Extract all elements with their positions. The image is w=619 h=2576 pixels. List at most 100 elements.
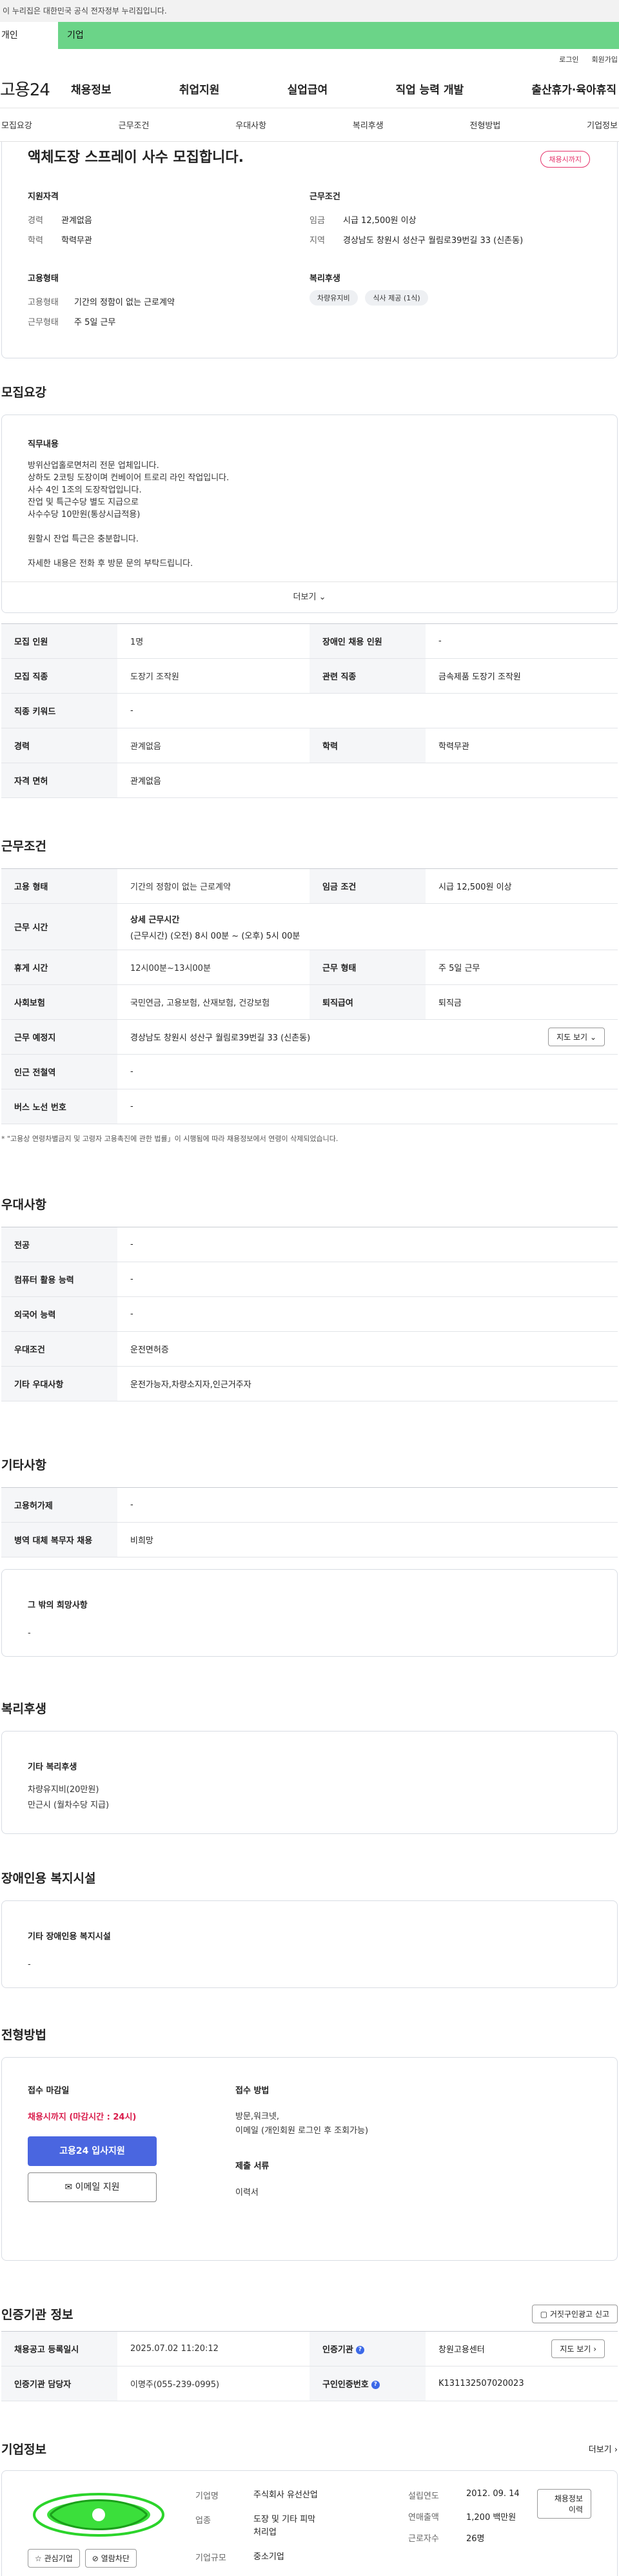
recruit-section-title: 모집요강 bbox=[1, 385, 46, 400]
table-key: 우대조건 bbox=[1, 1331, 117, 1367]
work-key: 임금 bbox=[310, 216, 325, 226]
table-key: 외국어 능력 bbox=[1, 1296, 117, 1332]
map-button-label: 지도 보기 bbox=[556, 1033, 588, 1042]
conditions-section-title: 근무조건 bbox=[1, 839, 46, 854]
company-value: 26명 bbox=[466, 2534, 485, 2544]
agency-section-head: 인증기관 정보 ▢ 거짓구인광고 신고 bbox=[0, 2305, 619, 2323]
table-value: - bbox=[117, 1054, 618, 1089]
main-menu: 채용정보 취업지원 실업급여 직업 능력 개발 출산휴가·육아휴직 bbox=[71, 81, 619, 97]
tab-corporate[interactable]: 기업 bbox=[58, 22, 619, 49]
company-value: 1,200 백만원 bbox=[466, 2513, 516, 2522]
favorite-company-button[interactable]: ☆ 관심기업 bbox=[28, 2549, 80, 2568]
docs-value: 이력서 bbox=[235, 2188, 259, 2198]
signup-link[interactable]: 회원가입 bbox=[592, 54, 618, 64]
job-line: 자세한 내용은 전화 후 방문 문의 부탁드립니다. bbox=[28, 559, 193, 569]
chevron-down-icon: ⌄ bbox=[589, 1033, 596, 1042]
anchor-welfare[interactable]: 복리후생 bbox=[353, 119, 384, 131]
welfare-summary-block: 복리후생 차량유지비 식사 제공 (1식) bbox=[310, 271, 591, 335]
agency-table: 채용공고 등록일시 2025.07.02 11:20:12 인증기관? 창원고용… bbox=[1, 2331, 618, 2401]
table-row: 인증기관 담당자 이명주(055-239-0995) 구인인증번호? K1311… bbox=[1, 2366, 618, 2401]
table-value: 상세 근무시간 (근무시간) (오전) 8시 00분 ~ (오후) 5시 00분 bbox=[117, 903, 618, 950]
table-value: - bbox=[117, 1227, 618, 1262]
block-label: 열람차단 bbox=[101, 2554, 130, 2563]
work-key: 지역 bbox=[310, 236, 325, 246]
tab-personal[interactable]: 개인 bbox=[0, 22, 58, 49]
job-line: 상하도 2코팅 도장이며 컨베이어 트로리 라인 작업입니다. bbox=[28, 473, 230, 483]
menu-parental-leave[interactable]: 출산휴가·육아휴직 bbox=[531, 81, 616, 97]
table-key: 근무 형태 bbox=[310, 950, 426, 985]
recruit-history-button[interactable]: 채용정보 이력 bbox=[537, 2489, 591, 2519]
user-type-tabs: 개인 기업 bbox=[0, 22, 619, 49]
table-key: 버스 노선 번호 bbox=[1, 1089, 117, 1124]
map-button[interactable]: 지도 보기 ⌄ bbox=[548, 1028, 605, 1046]
qual-value: 관계없음 bbox=[61, 216, 92, 226]
job-title: 액체도장 스프레이 사수 모집합니다. bbox=[28, 150, 244, 166]
global-nav: 고용24 채용정보 취업지원 실업급여 직업 능력 개발 출산휴가·육아휴직 bbox=[0, 70, 619, 108]
table-row: 직종 키워드 - bbox=[1, 693, 618, 728]
company-value: 주식회사 유선산업 bbox=[253, 2490, 318, 2500]
table-row: 모집 직종 도장기 조작원 관련 직종 금속제품 도장기 조작원 bbox=[1, 658, 618, 694]
anchor-recruit[interactable]: 모집요강 bbox=[1, 119, 32, 131]
report-fake-ad-button[interactable]: ▢ 거짓구인광고 신고 bbox=[531, 2305, 618, 2323]
welfare-summary-header: 복리후생 bbox=[310, 274, 340, 284]
block-icon: ⊘ bbox=[92, 2554, 99, 2563]
site-logo[interactable]: 고용24 bbox=[0, 77, 71, 101]
other-wishes-value: - bbox=[28, 1628, 31, 1638]
table-value: 시급 12,500원 이상 bbox=[426, 868, 618, 904]
table-row: 외국어 능력 - bbox=[1, 1296, 618, 1332]
table-key: 채용공고 등록일시 bbox=[1, 2331, 117, 2366]
welfare-line: 차량유지비(20만원) bbox=[28, 1785, 99, 1795]
table-row: 사회보험 국민연금, 고용보험, 산재보험, 건강보험 퇴직급여 퇴직금 bbox=[1, 984, 618, 1020]
menu-unemployment-benefit[interactable]: 실업급여 bbox=[288, 81, 328, 97]
email-apply-button[interactable]: ✉ 이메일 지원 bbox=[28, 2172, 157, 2202]
deadline-value: 채용시까지 (마감시간 : 24시) bbox=[28, 2113, 137, 2122]
qualification-block: 지원자격 경력 관계없음 학력 학력무관 bbox=[28, 190, 310, 253]
block-view-button[interactable]: ⊘ 열람차단 bbox=[84, 2549, 137, 2568]
table-key: 근무 예정지 bbox=[1, 1019, 117, 1055]
table-key: 인증기관? bbox=[310, 2331, 426, 2366]
table-value: - bbox=[117, 1487, 618, 1523]
help-icon[interactable]: ? bbox=[371, 2381, 380, 2389]
table-value: - bbox=[426, 623, 618, 659]
table-key: 임금 조건 bbox=[310, 868, 426, 904]
chevron-right-icon: › bbox=[593, 2345, 596, 2354]
company-more-label: 더보기 bbox=[588, 2445, 612, 2455]
method-line: 방문,워크넷, bbox=[235, 2112, 280, 2122]
apply-button[interactable]: 고용24 입사지원 bbox=[28, 2136, 157, 2166]
menu-jobs[interactable]: 채용정보 bbox=[71, 81, 112, 97]
table-key: 인증기관 담당자 bbox=[1, 2366, 117, 2401]
job-summary-card: 액체도장 스프레이 사수 모집합니다. 채용시까지 지원자격 경력 관계없음 학력… bbox=[1, 142, 618, 358]
company-key: 근로자수 bbox=[408, 2534, 439, 2544]
chevron-right-icon: › bbox=[614, 2445, 618, 2455]
table-value: - bbox=[117, 693, 618, 728]
hours-title: 상세 근무시간 bbox=[130, 915, 180, 925]
anchor-conditions[interactable]: 근무조건 bbox=[119, 119, 150, 131]
company-section-head: 기업정보 더보기 › bbox=[0, 2440, 619, 2457]
method-line: 이메일 (개인회원 로그인 후 조회가능) bbox=[235, 2126, 369, 2136]
job-posting-page: 이 누리집은 대한민국 공식 전자정부 누리집입니다. 개인 기업 로그인 회원… bbox=[0, 0, 619, 2576]
qual-key: 경력 bbox=[28, 216, 43, 226]
table-key: 장애인 채용 인원 bbox=[310, 623, 426, 659]
favorite-label: 관심기업 bbox=[44, 2554, 73, 2563]
etc-section-title: 기타사항 bbox=[1, 1458, 46, 1472]
company-key: 업종 bbox=[195, 2516, 211, 2526]
more-button[interactable]: 더보기 ⌄ bbox=[2, 581, 617, 612]
table-row: 휴게 시간 12시00분~13시00분 근무 형태 주 5일 근무 bbox=[1, 950, 618, 985]
welfare-line: 만근시 (월차수당 지급) bbox=[28, 1800, 110, 1810]
anchor-process[interactable]: 전형방법 bbox=[470, 119, 501, 131]
anchor-company[interactable]: 기업정보 bbox=[587, 119, 618, 131]
work-condition-header: 근무조건 bbox=[310, 192, 340, 202]
menu-employment-support[interactable]: 취업지원 bbox=[179, 81, 220, 97]
location-value: 경상남도 창원시 성산구 월림로39번길 33 (신촌동) bbox=[130, 1033, 311, 1043]
company-more-link[interactable]: 더보기 › bbox=[589, 2443, 618, 2455]
agency-map-button[interactable]: 지도 보기 › bbox=[551, 2339, 605, 2358]
login-link[interactable]: 로그인 bbox=[559, 54, 578, 64]
utility-links: 로그인 회원가입 bbox=[0, 49, 619, 70]
work-condition-block: 근무조건 임금 시급 12,500원 이상 지역 경상남도 창원시 성산구 월림로3… bbox=[310, 190, 591, 253]
qual-value: 학력무관 bbox=[61, 236, 92, 246]
table-value: 관계없음 bbox=[117, 763, 618, 798]
menu-vocational-training[interactable]: 직업 능력 개발 bbox=[395, 81, 464, 97]
anchor-preference[interactable]: 우대사항 bbox=[235, 119, 266, 131]
email-apply-label: 이메일 지원 bbox=[75, 2182, 120, 2192]
help-icon[interactable]: ? bbox=[355, 2346, 364, 2354]
